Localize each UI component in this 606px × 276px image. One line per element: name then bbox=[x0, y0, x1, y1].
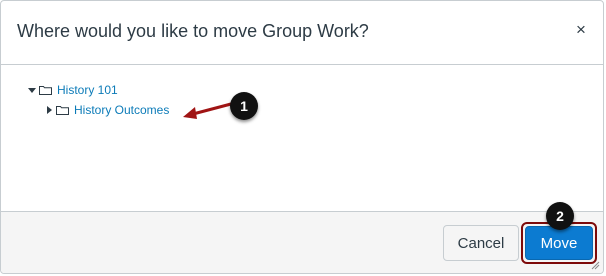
tree-item-history-outcomes[interactable]: History Outcomes bbox=[44, 103, 169, 117]
dialog-footer: Cancel Move bbox=[1, 211, 603, 273]
caret-right-icon[interactable] bbox=[44, 105, 54, 115]
callout-badge-1: 1 bbox=[230, 92, 258, 120]
move-button[interactable]: Move bbox=[525, 226, 593, 260]
resize-handle-icon[interactable] bbox=[591, 261, 600, 270]
callout-badge-2: 2 bbox=[546, 202, 574, 230]
close-icon[interactable]: × bbox=[573, 21, 589, 39]
dialog-header: Where would you like to move Group Work?… bbox=[1, 1, 603, 65]
move-dialog: Where would you like to move Group Work?… bbox=[0, 0, 604, 274]
tree-item-label[interactable]: History Outcomes bbox=[74, 103, 169, 117]
annotation-arrow-icon bbox=[183, 102, 232, 119]
folder-icon bbox=[56, 106, 69, 115]
tree-item-label[interactable]: History 101 bbox=[57, 83, 118, 97]
dialog-title: Where would you like to move Group Work? bbox=[17, 21, 369, 41]
caret-down-icon[interactable] bbox=[27, 85, 37, 95]
tree-item-history-101[interactable]: History 101 bbox=[27, 83, 118, 97]
folder-icon bbox=[39, 86, 52, 95]
cancel-button[interactable]: Cancel bbox=[443, 225, 519, 261]
